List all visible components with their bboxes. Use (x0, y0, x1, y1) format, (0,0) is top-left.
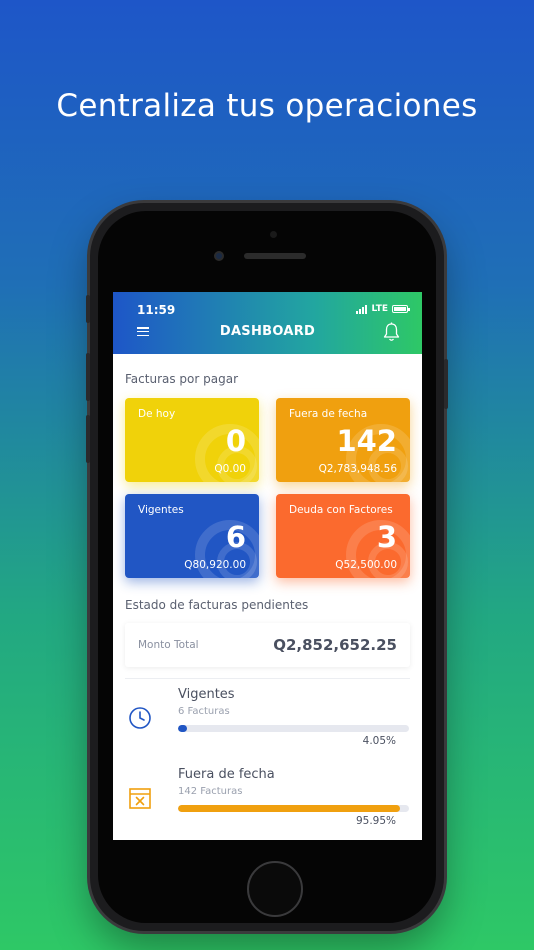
home-button[interactable] (247, 861, 303, 917)
app-screen: 11:59 LTE DASHBOARD Facturas por pagar D… (113, 292, 422, 840)
bell-icon[interactable] (383, 322, 400, 342)
card-deuda-con-factores[interactable]: Deuda con Factores 3 Q52,500.00 (276, 494, 410, 578)
network-label: LTE (371, 304, 388, 314)
progress-bar (178, 725, 409, 732)
card-amount: Q0.00 (214, 463, 246, 475)
progress-bar (178, 805, 409, 812)
stat-row-fuera-de-fecha[interactable]: Fuera de fecha 142 Facturas 95.95% (125, 759, 410, 839)
status-indicators: LTE (356, 304, 410, 314)
card-amount: Q52,500.00 (335, 559, 397, 571)
card-count: 3 (376, 520, 397, 554)
card-de-hoy[interactable]: De hoy 0 Q0.00 (125, 398, 259, 482)
card-label: Fuera de fecha (289, 408, 368, 420)
progress-fill (178, 725, 188, 732)
card-fuera-de-fecha[interactable]: Fuera de fecha 142 Q2,783,948.56 (276, 398, 410, 482)
stat-percent: 95.95% (355, 815, 396, 827)
card-vigentes[interactable]: Vigentes 6 Q80,920.00 (125, 494, 259, 578)
card-label: De hoy (138, 408, 176, 420)
clock-icon (129, 707, 151, 729)
section-title-estado: Estado de facturas pendientes (125, 598, 309, 612)
page-title: DASHBOARD (219, 324, 316, 339)
total-box: Monto Total Q2,852,652.25 (125, 623, 410, 667)
battery-icon (392, 305, 410, 313)
progress-fill (178, 805, 400, 812)
mute-switch (86, 295, 90, 323)
facturas-cards: De hoy 0 Q0.00 Fuera de fecha 142 Q2,783… (125, 398, 410, 578)
app-header: 11:59 LTE DASHBOARD (113, 292, 422, 354)
stat-name: Fuera de fecha (178, 767, 275, 782)
stat-count: 6 Facturas (178, 706, 230, 717)
volume-up-button (86, 353, 90, 401)
stat-percent: 4.05% (362, 735, 396, 747)
card-count: 142 (336, 424, 397, 458)
card-amount: Q2,783,948.56 (318, 463, 397, 475)
card-count: 0 (225, 424, 246, 458)
signal-icon (356, 304, 368, 314)
calendar-x-icon (129, 788, 151, 809)
status-time: 11:59 (137, 303, 176, 317)
headline: Centraliza tus operaciones (56, 88, 478, 124)
card-label: Vigentes (138, 504, 184, 516)
earpiece-speaker (244, 253, 306, 259)
front-camera (214, 251, 224, 261)
total-label: Monto Total (138, 639, 199, 651)
total-value: Q2,852,652.25 (273, 636, 397, 654)
stat-count: 142 Facturas (178, 786, 243, 797)
card-label: Deuda con Factores (289, 504, 393, 516)
section-title-facturas: Facturas por pagar (125, 372, 238, 386)
power-button (444, 359, 448, 409)
card-count: 6 (225, 520, 246, 554)
stat-name: Vigentes (178, 687, 235, 702)
stat-row-vigentes[interactable]: Vigentes 6 Facturas 4.05% (125, 679, 410, 759)
sensor-dot (270, 231, 277, 238)
volume-down-button (86, 415, 90, 463)
dashboard-content: Facturas por pagar De hoy 0 Q0.00 Fuera … (113, 354, 422, 840)
card-amount: Q80,920.00 (184, 559, 246, 571)
